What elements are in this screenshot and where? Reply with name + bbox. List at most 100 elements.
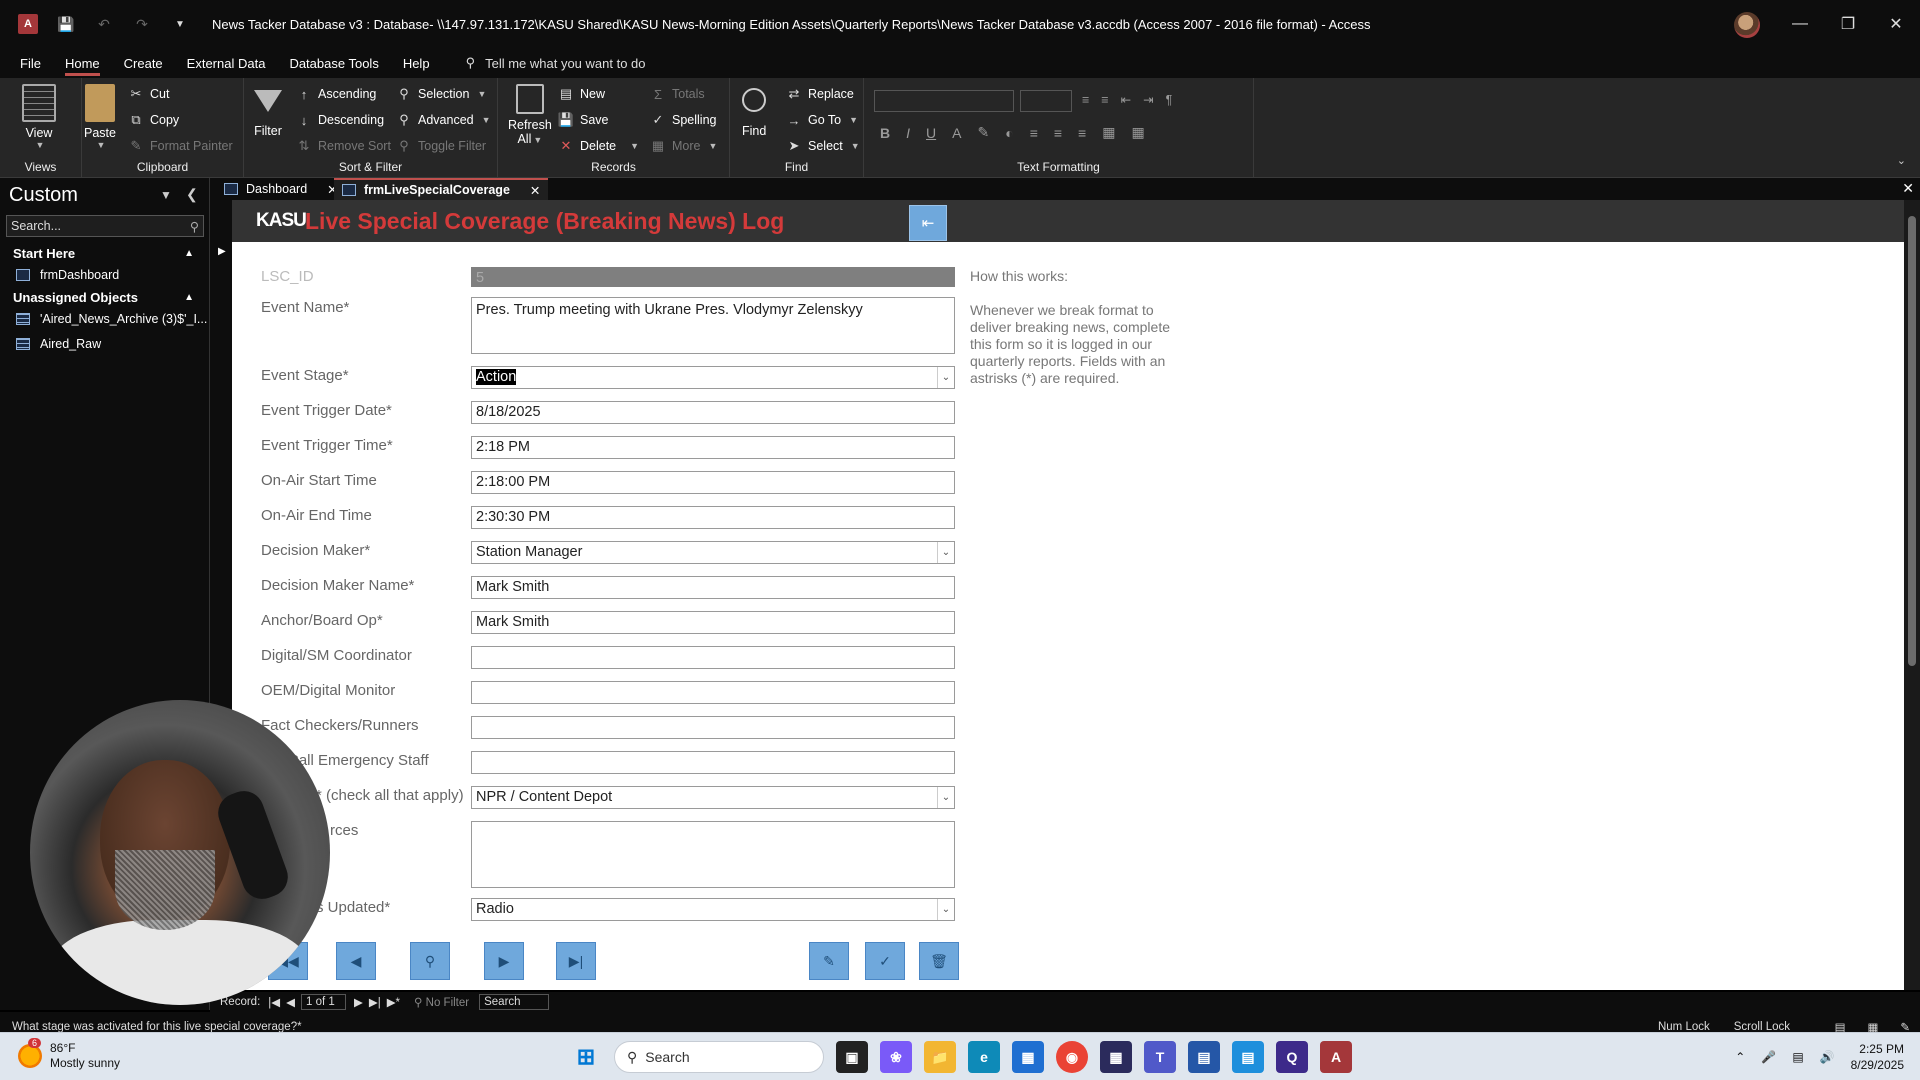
chevron-down-icon[interactable]: ⌄ xyxy=(937,367,954,388)
spelling-button[interactable]: ✓ Spelling xyxy=(650,112,717,128)
access-app-icon[interactable]: A xyxy=(1320,1041,1352,1073)
close-document-icon[interactable]: ✕ xyxy=(1902,180,1914,197)
align-left-icon[interactable]: ≡ xyxy=(1030,125,1038,141)
nav-section-unassigned-objects[interactable]: Unassigned Objects ▲ xyxy=(0,286,208,308)
bold-icon[interactable]: B xyxy=(880,125,890,141)
gridlines-icon[interactable]: ▦ xyxy=(1131,124,1144,141)
tab-file[interactable]: File xyxy=(8,48,53,78)
view-button[interactable]: View ▼ xyxy=(22,84,56,150)
chevron-down-icon[interactable]: ⌄ xyxy=(937,542,954,563)
vertical-scrollbar[interactable] xyxy=(1904,200,1920,990)
totals-button[interactable]: Σ Totals xyxy=(650,86,705,102)
filter-button[interactable]: Filter xyxy=(254,84,282,138)
last-record-button[interactable]: ▶| xyxy=(556,942,596,980)
paragraph-icon[interactable]: ¶ xyxy=(1166,93,1173,107)
next-record-button[interactable]: ▶ xyxy=(484,942,524,980)
chevron-down-icon[interactable]: ⌄ xyxy=(937,899,954,920)
ascending-button[interactable]: ↑ Ascending xyxy=(296,86,377,102)
tab-create[interactable]: Create xyxy=(112,48,175,78)
tab-help[interactable]: Help xyxy=(391,48,442,78)
font-name-select[interactable] xyxy=(874,90,1014,112)
indent-increase-icon[interactable]: ⇥ xyxy=(1143,92,1153,107)
weather-widget[interactable]: 6 86°F Mostly sunny xyxy=(18,1038,120,1071)
tab-database-tools[interactable]: Database Tools xyxy=(277,48,390,78)
previous-record-button[interactable]: ◀ xyxy=(336,942,376,980)
trigger-time-field[interactable]: 2:18 PM xyxy=(471,436,955,459)
minimize-icon[interactable]: — xyxy=(1776,0,1824,48)
clock[interactable]: 2:25 PM 8/29/2025 xyxy=(1851,1041,1904,1073)
align-center-icon[interactable]: ≡ xyxy=(1054,125,1062,141)
oncall-staff-field[interactable] xyxy=(471,751,955,774)
select-button[interactable]: ➤ Select ▼ xyxy=(786,138,860,154)
nav-menu-icon[interactable]: ▼ xyxy=(160,188,172,202)
undo-icon[interactable]: ↶ xyxy=(94,14,114,34)
sticky-notes-icon[interactable]: ▤ xyxy=(1188,1041,1220,1073)
search-app-icon[interactable]: Q xyxy=(1276,1041,1308,1073)
onair-start-field[interactable]: 2:18:00 PM xyxy=(471,471,955,494)
redo-icon[interactable]: ↷ xyxy=(132,14,152,34)
format-painter-button[interactable]: ✎ Format Painter xyxy=(128,138,233,154)
save-record-form-button[interactable]: ✓ xyxy=(865,942,905,980)
new-record-button[interactable]: ▤ New xyxy=(558,86,605,102)
chevron-down-icon[interactable]: ⌄ xyxy=(937,787,954,808)
bullets-icon[interactable]: ≡ xyxy=(1082,93,1089,107)
tab-frmlivespecialcoverage[interactable]: frmLiveSpecialCoverage ✕ xyxy=(334,178,549,200)
advanced-button[interactable]: ⚲ Advanced ▼ xyxy=(396,112,490,128)
onair-end-field[interactable]: 2:30:30 PM xyxy=(471,506,955,529)
close-icon[interactable]: ✕ xyxy=(530,183,540,198)
font-size-select[interactable] xyxy=(1020,90,1072,112)
edit-record-button[interactable]: ✎ xyxy=(809,942,849,980)
anchor-field[interactable]: Mark Smith xyxy=(471,611,955,634)
oem-monitor-field[interactable] xyxy=(471,681,955,704)
fact-checkers-field[interactable] xyxy=(471,716,955,739)
font-color-icon[interactable]: A xyxy=(952,125,961,141)
find-button[interactable]: Find xyxy=(742,84,766,138)
edge-icon[interactable]: e xyxy=(968,1041,1000,1073)
event-name-field[interactable]: Pres. Trump meeting with Ukrane Pres. Vl… xyxy=(471,297,955,354)
notepad-icon[interactable]: ▤ xyxy=(1232,1041,1264,1073)
exit-form-button[interactable]: ⇤ xyxy=(909,205,947,241)
refresh-all-button[interactable]: Refresh All ▼ xyxy=(508,84,552,146)
descending-button[interactable]: ↓ Descending xyxy=(296,112,384,128)
delete-record-button[interactable]: ✕ Delete ▼ xyxy=(558,138,640,154)
last-record-nav-icon[interactable]: ▶| xyxy=(369,995,381,1009)
taskbar-search[interactable]: ⚲ Search xyxy=(614,1041,824,1073)
tab-dashboard[interactable]: Dashboard ✕ xyxy=(216,178,346,200)
microphone-icon[interactable]: 🎤 xyxy=(1761,1050,1776,1064)
numbering-icon[interactable]: ≡ xyxy=(1101,93,1108,107)
volume-icon[interactable]: 🔊 xyxy=(1820,1050,1835,1064)
sources-combo[interactable]: NPR / Content Depot ⌄ xyxy=(471,786,955,809)
delete-record-form-button[interactable]: 🗑 xyxy=(919,942,959,980)
show-hidden-icons[interactable]: ⌃ xyxy=(1735,1050,1745,1064)
save-icon[interactable]: 💾 xyxy=(56,14,76,34)
network-icon[interactable]: ▤ xyxy=(1792,1050,1803,1064)
tab-home[interactable]: Home xyxy=(53,48,112,78)
save-record-button[interactable]: 💾 Save xyxy=(558,112,609,128)
decision-maker-name-field[interactable]: Mark Smith xyxy=(471,576,955,599)
restore-icon[interactable]: ❐ xyxy=(1824,0,1872,48)
digital-coordinator-field[interactable] xyxy=(471,646,955,669)
collapse-nav-icon[interactable]: ❮ xyxy=(186,186,198,203)
nav-search-input[interactable]: Search... ⚲ xyxy=(6,215,204,237)
file-explorer-icon[interactable]: 📁 xyxy=(924,1041,956,1073)
search-record-button[interactable]: ⚲ xyxy=(410,942,450,980)
tell-me-search[interactable]: ⚲ Tell me what you want to do xyxy=(466,55,646,71)
scrollbar-thumb[interactable] xyxy=(1908,216,1916,666)
copilot-icon[interactable]: ❀ xyxy=(880,1041,912,1073)
toggle-filter-button[interactable]: ⚲ Toggle Filter xyxy=(396,138,486,154)
nav-item-frmdashboard[interactable]: frmDashboard xyxy=(0,264,208,286)
highlight-icon[interactable]: ✎ xyxy=(977,124,989,141)
italic-icon[interactable]: I xyxy=(906,125,910,141)
remove-sort-button[interactable]: ⇅ Remove Sort xyxy=(296,138,391,154)
selection-button[interactable]: ⚲ Selection ▼ xyxy=(396,86,486,102)
nav-pane-title[interactable]: Custom xyxy=(9,184,78,207)
align-right-icon[interactable]: ≡ xyxy=(1078,125,1086,141)
goto-button[interactable]: → Go To ▼ xyxy=(786,112,859,128)
task-view-icon[interactable]: ▣ xyxy=(836,1041,868,1073)
new-record-nav-icon[interactable]: ▶* xyxy=(387,995,400,1009)
next-record-nav-icon[interactable]: ▶ xyxy=(354,995,363,1009)
record-search-input[interactable]: Search xyxy=(479,994,550,1010)
indent-decrease-icon[interactable]: ⇤ xyxy=(1121,92,1131,107)
nav-section-start-here[interactable]: Start Here ▲ xyxy=(0,242,208,264)
underline-icon[interactable]: U xyxy=(926,125,936,141)
